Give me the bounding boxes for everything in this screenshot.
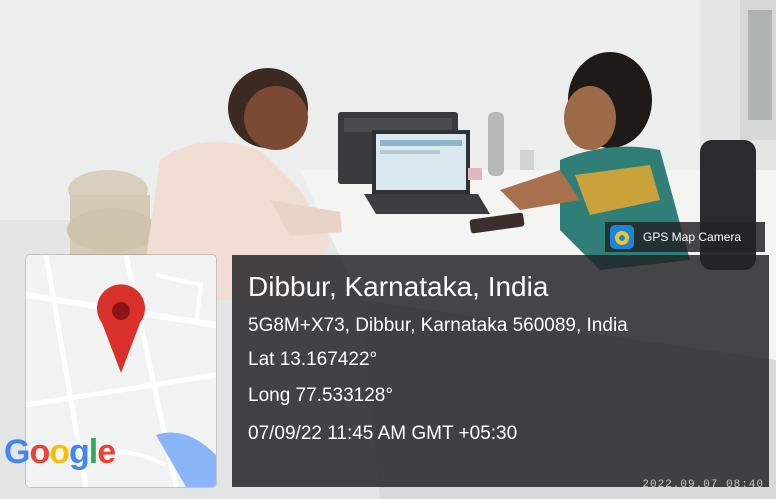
address-line: 5G8M+X73, Dibbur, Karnataka 560089, Indi… [248,315,628,336]
longitude-line: Long 77.533128° [248,385,393,406]
google-logo: Google [4,432,116,472]
logo-letter: e [97,433,116,471]
latitude-line: Lat 13.167422° [248,349,378,370]
logo-letter: o [49,433,70,471]
gps-map-camera-icon [610,225,634,249]
logo-letter: o [29,433,50,471]
logo-letter: l [88,433,99,471]
photo-timestamp: 2022.09.07 08:40 [642,479,764,491]
app-badge: GPS Map Camera [605,222,765,252]
datetime-line: 07/09/22 11:45 AM GMT +05:30 [248,423,518,444]
logo-letter: g [69,433,90,471]
gps-info-overlay: Dibbur, Karnataka, India 5G8M+X73, Dibbu… [232,255,769,487]
logo-letter: G [4,433,30,471]
app-badge-label: GPS Map Camera [643,230,742,244]
location-title: Dibbur, Karnataka, India [248,271,549,302]
